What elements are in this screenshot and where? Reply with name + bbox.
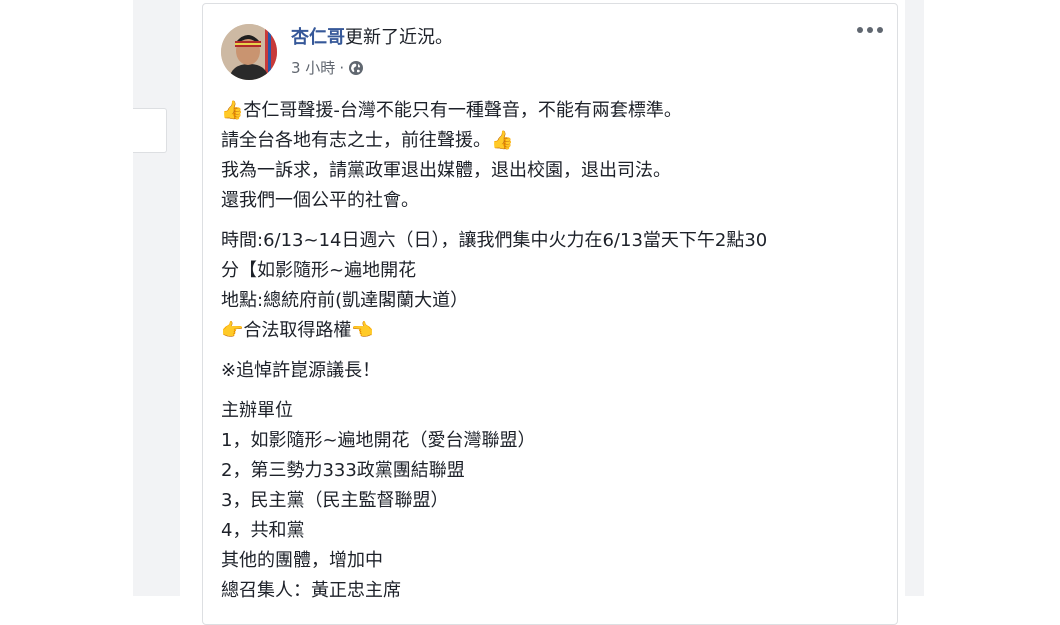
post-line: 我為一訴求，請黨政軍退出媒體，退出校園，退出司法。	[221, 160, 671, 181]
post-paragraph: 👍杏仁哥聲援-台灣不能只有一種聲音，不能有兩套標準。 請全台各地有志之士，前往聲…	[221, 96, 881, 216]
post-line: 總召集人：黃正忠主席	[221, 580, 401, 601]
post-line: 分【如影隨形~遍地開花	[221, 260, 417, 281]
post-line: 主辦單位	[221, 400, 293, 421]
feed-left-gutter	[133, 0, 180, 596]
more-options-icon[interactable]	[857, 20, 883, 40]
post-line: 2，第三勢力333政黨團結聯盟	[221, 460, 465, 481]
post-body: 👍杏仁哥聲援-台灣不能只有一種聲音，不能有兩套標準。 請全台各地有志之士，前往聲…	[221, 96, 881, 616]
post-line: 其他的團體，增加中	[221, 550, 383, 571]
post-line: 4，共和黨	[221, 520, 305, 541]
post-paragraph: ※追悼許崑源議長！	[221, 356, 881, 386]
post-line: 3，民主黨（民主監督聯盟）	[221, 490, 449, 511]
globe-icon[interactable]	[348, 60, 364, 76]
author-name-link[interactable]: 杏仁哥	[291, 27, 345, 48]
post-meta: 3 小時 ·	[291, 57, 364, 79]
more-options-dot	[877, 27, 883, 33]
post-line: 地點:總統府前(凱達閣蘭大道）	[221, 290, 469, 311]
post-line: 1，如影隨形~遍地開花（愛台灣聯盟）	[221, 430, 536, 451]
post-action-text: 更新了近況。	[345, 27, 453, 48]
post-card: 杏仁哥更新了近況。 3 小時 · 👍杏仁哥聲援-台灣不能只有一種聲音，不能有兩套…	[202, 3, 898, 625]
more-options-dot	[867, 27, 873, 33]
feed-right-gutter	[905, 0, 924, 596]
post-line: 請全台各地有志之士，前往聲援。👍	[221, 130, 514, 151]
meta-separator: ·	[339, 59, 345, 77]
side-panel-edge	[133, 108, 167, 153]
post-header: 杏仁哥更新了近況。	[291, 25, 453, 51]
post-paragraph: 主辦單位 1，如影隨形~遍地開花（愛台灣聯盟） 2，第三勢力333政黨團結聯盟 …	[221, 396, 881, 606]
post-line: 時間:6/13~14日週六（日），讓我們集中火力在6/13當天下午2點30	[221, 230, 768, 251]
post-line: 👍杏仁哥聲援-台灣不能只有一種聲音，不能有兩套標準。	[221, 100, 682, 121]
more-options-dot	[857, 27, 863, 33]
post-line: 還我們一個公平的社會。	[221, 190, 419, 211]
post-line: ※追悼許崑源議長！	[221, 360, 381, 381]
avatar[interactable]	[221, 24, 277, 80]
post-paragraph: 時間:6/13~14日週六（日），讓我們集中火力在6/13當天下午2點30 分【…	[221, 226, 881, 346]
timestamp-link[interactable]: 3 小時	[291, 57, 335, 79]
post-line: 👉合法取得路權👈	[221, 320, 374, 341]
